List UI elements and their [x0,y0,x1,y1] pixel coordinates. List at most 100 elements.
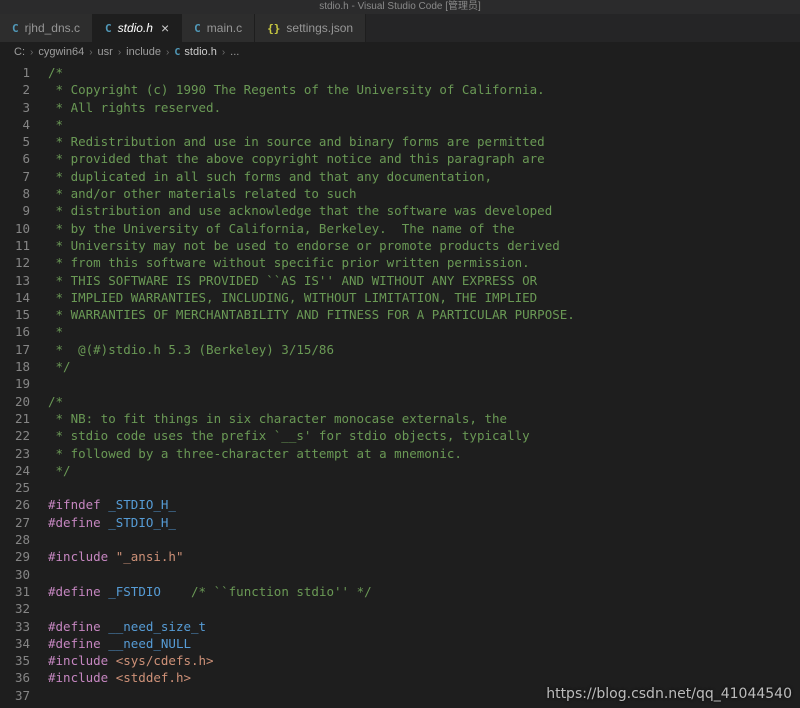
code-line[interactable]: 26#ifndef _STDIO_H_ [0,496,800,513]
code-line[interactable]: 33#define __need_size_t [0,618,800,635]
code-text: * [30,116,63,133]
code-line[interactable]: 13 * THIS SOFTWARE IS PROVIDED ``AS IS''… [0,272,800,289]
breadcrumb-item-include[interactable]: include [124,46,163,58]
c-file-icon: C [105,22,112,35]
chevron-right-icon: › [163,47,172,58]
code-line[interactable]: 15 * WARRANTIES OF MERCHANTABILITY AND F… [0,306,800,323]
code-line[interactable]: 9 * distribution and use acknowledge tha… [0,202,800,219]
breadcrumb-item-[interactable]: ... [228,46,241,58]
line-number: 30 [0,566,30,583]
token-comment: * [48,324,63,339]
breadcrumb-label: include [126,46,161,58]
code-text: * followed by a three-character attempt … [30,445,462,462]
breadcrumb-label: stdio.h [184,46,216,58]
json-file-icon: {} [267,22,280,35]
code-line[interactable]: 2 * Copyright (c) 1990 The Regents of th… [0,81,800,98]
line-number: 29 [0,548,30,565]
breadcrumb-item-usr[interactable]: usr [96,46,115,58]
tab-main.c[interactable]: Cmain.c [182,14,255,42]
code-text: */ [30,462,71,479]
line-number: 19 [0,375,30,392]
tab-label: settings.json [286,21,353,35]
code-line[interactable]: 5 * Redistribution and use in source and… [0,133,800,150]
code-line[interactable]: 23 * followed by a three-character attem… [0,445,800,462]
code-line[interactable]: 20/* [0,393,800,410]
close-icon[interactable]: × [161,21,169,35]
line-number: 12 [0,254,30,271]
tab-label: stdio.h [118,21,153,35]
breadcrumb-item-stdioh[interactable]: Cstdio.h [172,46,218,58]
window-title-bar: stdio.h - Visual Studio Code [管理员] [0,0,800,14]
code-line[interactable]: 35#include <sys/cdefs.h> [0,652,800,669]
breadcrumb-item-cygwin64[interactable]: cygwin64 [36,46,86,58]
code-line[interactable]: 19 [0,375,800,392]
line-number: 3 [0,99,30,116]
code-text: /* [30,64,63,81]
code-text: #define _STDIO_H_ [30,514,176,531]
token-prep: #include [48,670,116,685]
line-number: 15 [0,306,30,323]
code-line[interactable]: 8 * and/or other materials related to su… [0,185,800,202]
code-line[interactable]: 10 * by the University of California, Be… [0,220,800,237]
line-number: 37 [0,687,30,704]
line-number: 21 [0,410,30,427]
code-line[interactable]: 12 * from this software without specific… [0,254,800,271]
code-line[interactable]: 3 * All rights reserved. [0,99,800,116]
token-comment: */ [48,359,71,374]
line-number: 26 [0,496,30,513]
code-line[interactable]: 22 * stdio code uses the prefix `__s' fo… [0,427,800,444]
code-line[interactable]: 24 */ [0,462,800,479]
tab-settings.json[interactable]: {} settings.json [255,14,366,42]
code-text: * duplicated in all such forms and that … [30,168,492,185]
line-number: 13 [0,272,30,289]
tab-stdio.h[interactable]: Cstdio.h × [93,14,182,42]
tab-rjhd_dns.c[interactable]: Crjhd_dns.c [0,14,93,42]
breadcrumb: C:›cygwin64›usr›include›Cstdio.h›... [0,42,800,62]
token-comment: * @(#)stdio.h 5.3 (Berkeley) 3/15/86 [48,342,334,357]
code-line[interactable]: 34#define __need_NULL [0,635,800,652]
token-comment: * provided that the above copyright noti… [48,151,545,166]
token-macro: __need_NULL [108,636,191,651]
code-line[interactable]: 25 [0,479,800,496]
code-line[interactable]: 28 [0,531,800,548]
line-number: 25 [0,479,30,496]
code-line[interactable]: 14 * IMPLIED WARRANTIES, INCLUDING, WITH… [0,289,800,306]
code-line[interactable]: 17 * @(#)stdio.h 5.3 (Berkeley) 3/15/86 [0,341,800,358]
code-line[interactable]: 18 */ [0,358,800,375]
code-line[interactable]: 27#define _STDIO_H_ [0,514,800,531]
line-number: 22 [0,427,30,444]
token-comment: * WARRANTIES OF MERCHANTABILITY AND FITN… [48,307,575,322]
token-comment: * University may not be used to endorse … [48,238,560,253]
code-line[interactable]: 16 * [0,323,800,340]
code-line[interactable]: 4 * [0,116,800,133]
code-line[interactable]: 11 * University may not be used to endor… [0,237,800,254]
code-line[interactable]: 31#define _FSTDIO /* ``function stdio'' … [0,583,800,600]
line-number: 33 [0,618,30,635]
code-line[interactable]: 21 * NB: to fit things in six character … [0,410,800,427]
window-title: stdio.h - Visual Studio Code [管理员] [319,2,481,12]
line-number: 34 [0,635,30,652]
token-macro: _FSTDIO [108,584,161,599]
code-line[interactable]: 36#include <stddef.h> [0,669,800,686]
code-line[interactable]: 32 [0,600,800,617]
code-line[interactable]: 30 [0,566,800,583]
line-number: 10 [0,220,30,237]
code-line[interactable]: 6 * provided that the above copyright no… [0,150,800,167]
token-comment: /* [48,65,63,80]
code-line[interactable]: 29#include "_ansi.h" [0,548,800,565]
token-prep: #include [48,549,116,564]
chevron-right-icon: › [115,47,124,58]
token-prep: #ifndef [48,497,108,512]
token-comment: /* ``function stdio'' */ [161,584,372,599]
code-text [30,479,48,496]
code-line[interactable]: 7 * duplicated in all such forms and tha… [0,168,800,185]
code-text: * THIS SOFTWARE IS PROVIDED ``AS IS'' AN… [30,272,537,289]
code-line[interactable]: 1/* [0,64,800,81]
code-text: #include "_ansi.h" [30,548,183,565]
code-text: * from this software without specific pr… [30,254,530,271]
code-text [30,566,48,583]
breadcrumb-label: ... [230,46,239,58]
breadcrumb-item-C[interactable]: C: [12,46,27,58]
tab-label: main.c [207,21,242,35]
code-text: * University may not be used to endorse … [30,237,560,254]
